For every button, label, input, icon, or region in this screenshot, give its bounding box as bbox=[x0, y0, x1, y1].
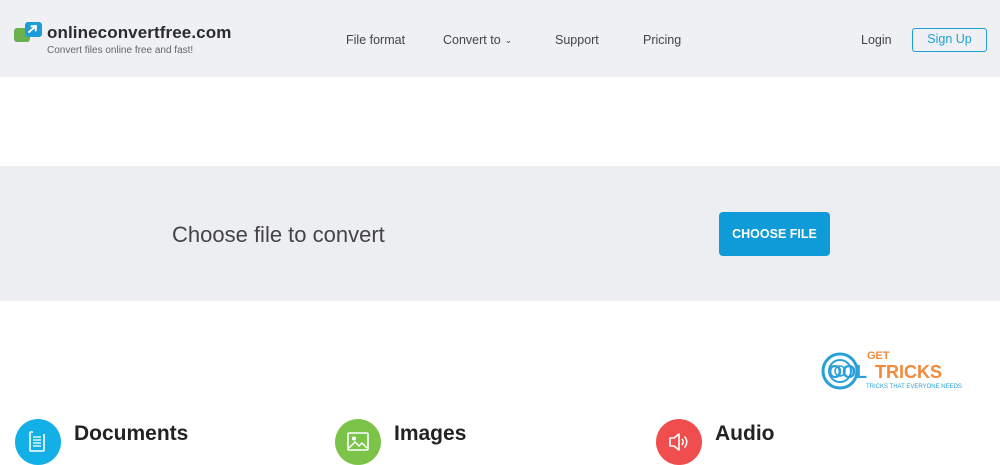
upload-heading: Choose file to convert bbox=[172, 222, 385, 247]
login-link[interactable]: Login bbox=[861, 33, 892, 47]
watermark-get: GET bbox=[867, 350, 890, 362]
choose-file-button[interactable]: CHOOSE FILE bbox=[719, 212, 830, 256]
sign-up-button[interactable]: Sign Up bbox=[912, 28, 987, 52]
upload-section: Choose file to convert CHOOSE FILE bbox=[0, 166, 1000, 301]
site-logo[interactable]: onlineconvertfree.com Convert files onli… bbox=[14, 19, 254, 59]
image-icon bbox=[335, 419, 381, 465]
document-icon bbox=[15, 419, 61, 465]
category-images-label: Images bbox=[394, 422, 467, 445]
nav-file-format[interactable]: File format bbox=[346, 33, 405, 47]
watermark-tagline: TRICKS THAT EVERYONE NEEDS bbox=[866, 384, 962, 390]
logo-tagline: Convert files online free and fast! bbox=[47, 45, 194, 56]
nav-support[interactable]: Support bbox=[555, 33, 599, 47]
nav-convert-to[interactable]: Convert to ⌄ bbox=[443, 33, 512, 47]
watermark-ool: OOL bbox=[828, 362, 867, 382]
watermark-tricks: TRICKS bbox=[875, 362, 942, 382]
speaker-icon bbox=[656, 419, 702, 465]
logo-icon bbox=[14, 22, 42, 42]
chevron-down-icon: ⌄ bbox=[504, 35, 513, 45]
nav-convert-to-label: Convert to bbox=[443, 33, 501, 47]
nav-pricing[interactable]: Pricing bbox=[643, 33, 681, 47]
watermark-logo: GET OOL TRICKS TRICKS THAT EVERYONE NEED… bbox=[821, 350, 962, 390]
category-documents-label: Documents bbox=[74, 422, 189, 445]
site-header: onlineconvertfree.com Convert files onli… bbox=[0, 0, 1000, 77]
logo-title: onlineconvertfree.com bbox=[47, 23, 232, 42]
category-audio-label: Audio bbox=[715, 422, 775, 445]
